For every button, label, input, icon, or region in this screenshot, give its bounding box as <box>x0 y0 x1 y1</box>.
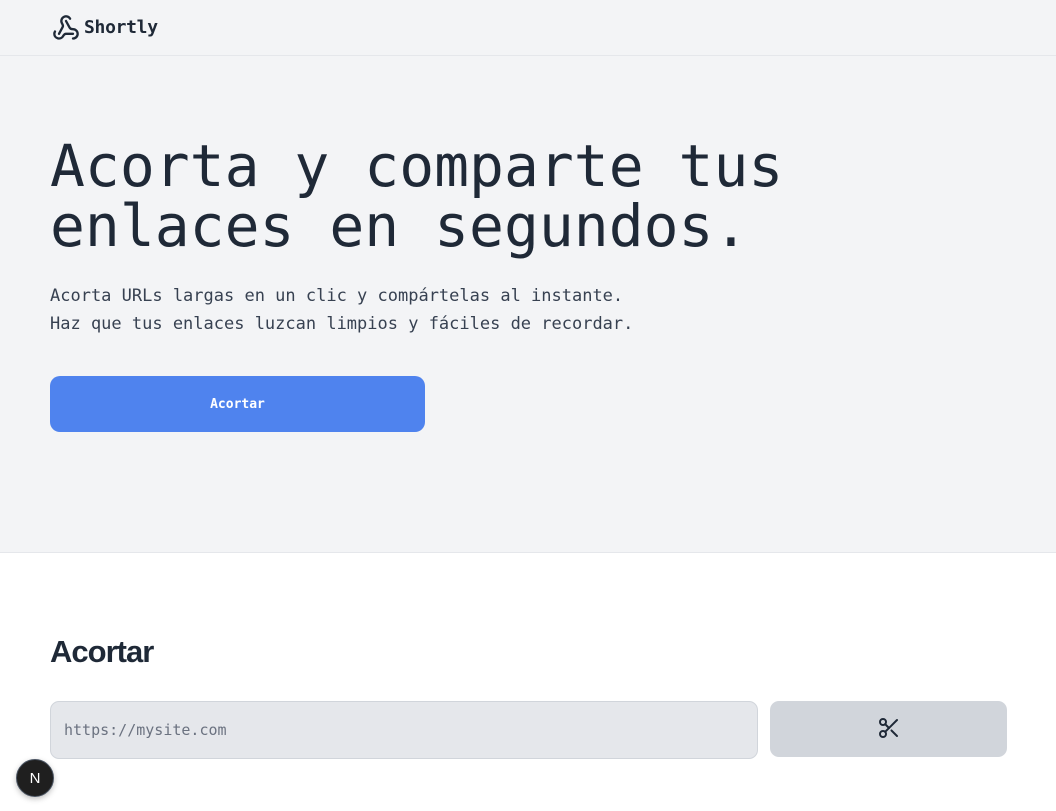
nextjs-dev-badge[interactable]: N <box>16 759 54 797</box>
shorten-submit-button[interactable] <box>770 701 1007 757</box>
hero-subtitle-line: Haz que tus enlaces luzcan limpios y fác… <box>50 314 634 334</box>
hero-subtitle: Acorta URLs largas en un clic y compárte… <box>50 282 750 338</box>
hero-section: Acorta y comparte tus enlaces en segundo… <box>0 56 1056 553</box>
hero-shorten-button[interactable]: Acortar <box>50 376 425 432</box>
scissors-icon <box>877 716 901 743</box>
nextjs-icon: N <box>29 769 41 787</box>
shorten-section-title: Acortar <box>50 634 154 669</box>
hero-title: Acorta y comparte tus enlaces en segundo… <box>50 132 784 260</box>
brand-name[interactable]: Shortly <box>84 17 158 38</box>
webhook-icon[interactable] <box>52 14 80 42</box>
url-input[interactable] <box>50 701 758 759</box>
site-header: Shortly <box>0 0 1056 56</box>
hero-subtitle-line: Acorta URLs largas en un clic y compárte… <box>50 286 624 306</box>
